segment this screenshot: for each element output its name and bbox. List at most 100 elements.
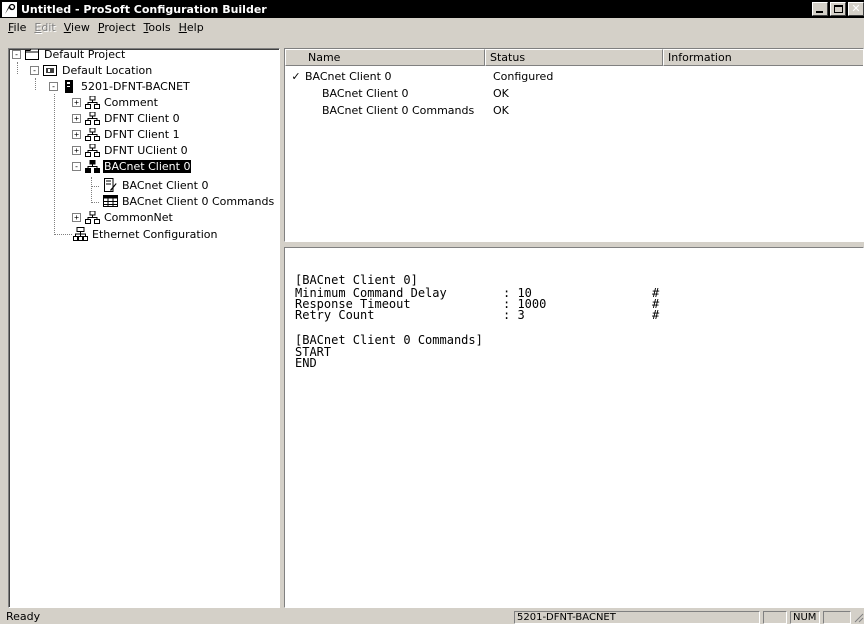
close-button[interactable]: ✕ — [848, 2, 864, 16]
module-icon — [61, 79, 77, 93]
list-header: Name Status Information — [285, 49, 863, 66]
config-param-comment: # — [652, 308, 660, 322]
tree-item-bacnet-client-0-config[interactable]: BACnet Client 0 — [102, 177, 209, 193]
tree-item-label: DFNT Client 1 — [104, 127, 180, 141]
list-row[interactable]: ✓ BACnet Client 0 Configured — [285, 68, 553, 85]
tree-item-label: CommonNet — [104, 210, 173, 224]
menu-help[interactable]: Help — [175, 21, 208, 34]
tree-connector — [54, 234, 72, 235]
tree-item-label: Comment — [104, 95, 158, 109]
menu-project-label: roject — [104, 20, 136, 34]
column-header-name[interactable]: Name — [285, 49, 485, 66]
maximize-icon — [834, 5, 843, 13]
tree-item-bacnet-client-0[interactable]: - BACnet Client 0 — [72, 158, 192, 174]
tree-connector — [91, 186, 99, 187]
document-edit-icon — [102, 178, 118, 192]
tree-item-default-location[interactable]: - Default Location — [30, 62, 153, 78]
column-header-information[interactable]: Information — [663, 49, 863, 66]
check-icon: ✓ — [291, 70, 301, 83]
menu-view[interactable]: View — [60, 21, 94, 34]
tree-item-default-project[interactable]: - Default Project — [12, 48, 126, 62]
tree-item-label: BACnet Client 0 — [122, 178, 209, 192]
network-icon — [84, 143, 100, 157]
title-bar[interactable]: Untitled - ProSoft Configuration Builder… — [0, 0, 864, 18]
menu-project[interactable]: Project — [94, 21, 140, 34]
menu-view-accel: V — [63, 20, 72, 34]
tree-item-commonnet[interactable]: + CommonNet — [72, 209, 174, 225]
list-cell-name: BACnet Client 0 — [322, 87, 409, 100]
collapse-toggle[interactable]: - — [49, 81, 58, 91]
tree-item-label: DFNT UClient 0 — [104, 143, 188, 157]
tree-connector — [91, 177, 92, 203]
maximize-button[interactable] — [830, 2, 846, 16]
tree-item-bacnet-client-0-commands[interactable]: BACnet Client 0 Commands — [102, 193, 275, 209]
project-tree[interactable]: - Default Project - Default Location - 5… — [8, 48, 280, 608]
tree-item-comment[interactable]: + Comment — [72, 94, 159, 110]
ethernet-icon — [72, 227, 88, 241]
collapse-toggle[interactable]: - — [12, 49, 21, 59]
status-caps-panel — [763, 611, 787, 624]
list-cell-status: OK — [493, 87, 509, 100]
config-end-keyword: END — [295, 356, 317, 370]
tree-connector — [54, 94, 55, 235]
menu-tools-label: ools — [148, 20, 171, 34]
tree-item-label: BACnet Client 0 Commands — [122, 194, 275, 208]
table-grid-icon — [102, 194, 118, 208]
tree-item-label: 5201-DFNT-BACNET — [81, 79, 190, 93]
expand-toggle[interactable]: + — [72, 129, 81, 139]
expand-toggle[interactable]: + — [72, 212, 81, 222]
tree-connector — [17, 62, 18, 74]
collapse-toggle[interactable]: - — [72, 161, 81, 171]
app-icon[interactable] — [2, 1, 17, 17]
list-row[interactable]: BACnet Client 0 OK — [285, 85, 509, 102]
minimize-button[interactable] — [812, 2, 828, 16]
list-row[interactable]: BACnet Client 0 Commands OK — [285, 102, 509, 119]
tree-item-label: Ethernet Configuration — [92, 227, 218, 241]
menu-edit[interactable]: Edit — [30, 21, 59, 34]
tree-item-dfnt-client-1[interactable]: + DFNT Client 1 — [72, 126, 181, 142]
project-folder-icon — [24, 49, 40, 61]
status-num-panel: NUM — [790, 611, 820, 624]
minimize-icon — [816, 11, 823, 13]
tree-item-ethernet-configuration[interactable]: Ethernet Configuration — [72, 226, 218, 242]
item-list[interactable]: Name Status Information ✓ BACnet Client … — [284, 48, 864, 242]
tree-item-label: BACnet Client 0 — [103, 159, 192, 173]
tree-connector — [91, 202, 99, 203]
tree-item-module[interactable]: - 5201-DFNT-BACNET — [49, 78, 191, 94]
config-param-value: : 3 — [503, 308, 525, 322]
list-cell-name: BACnet Client 0 — [305, 70, 392, 83]
list-cell-status: Configured — [493, 70, 554, 83]
resize-grip-icon[interactable] — [852, 611, 864, 624]
menu-edit-label: dit — [41, 20, 56, 34]
tree-item-label: Default Project — [44, 48, 126, 61]
config-text-view[interactable]: [BACnet Client 0] Minimum Command Delay … — [284, 247, 864, 608]
expand-toggle[interactable]: + — [72, 97, 81, 107]
expand-toggle[interactable]: + — [72, 145, 81, 155]
menu-tools[interactable]: Tools — [140, 21, 175, 34]
tree-item-dfnt-uclient-0[interactable]: + DFNT UClient 0 — [72, 142, 189, 158]
window-title: Untitled - ProSoft Configuration Builder — [21, 2, 267, 16]
menu-view-label: iew — [71, 20, 90, 34]
network-icon — [84, 111, 100, 125]
network-icon — [84, 210, 100, 224]
status-scroll-panel — [823, 611, 851, 624]
status-text: Ready — [6, 610, 41, 623]
collapse-toggle[interactable]: - — [30, 65, 39, 75]
tree-item-label: Default Location — [62, 63, 153, 77]
location-icon — [42, 63, 58, 77]
tree-item-dfnt-client-0[interactable]: + DFNT Client 0 — [72, 110, 181, 126]
config-param-key: Retry Count — [295, 308, 375, 322]
column-header-status[interactable]: Status — [485, 49, 663, 66]
tree-connector — [35, 78, 36, 90]
config-section-header: [BACnet Client 0] — [295, 273, 418, 287]
menu-help-accel: H — [178, 20, 187, 34]
expand-toggle[interactable]: + — [72, 113, 81, 123]
tree-item-label: DFNT Client 0 — [104, 111, 180, 125]
list-cell-name: BACnet Client 0 Commands — [322, 104, 475, 117]
list-cell-status: OK — [493, 104, 509, 117]
network-icon — [84, 127, 100, 141]
network-icon — [84, 95, 100, 109]
menu-file[interactable]: File — [4, 21, 30, 34]
status-bar: Ready 5201-DFNT-BACNET NUM — [0, 610, 864, 624]
close-icon: ✕ — [851, 2, 861, 15]
